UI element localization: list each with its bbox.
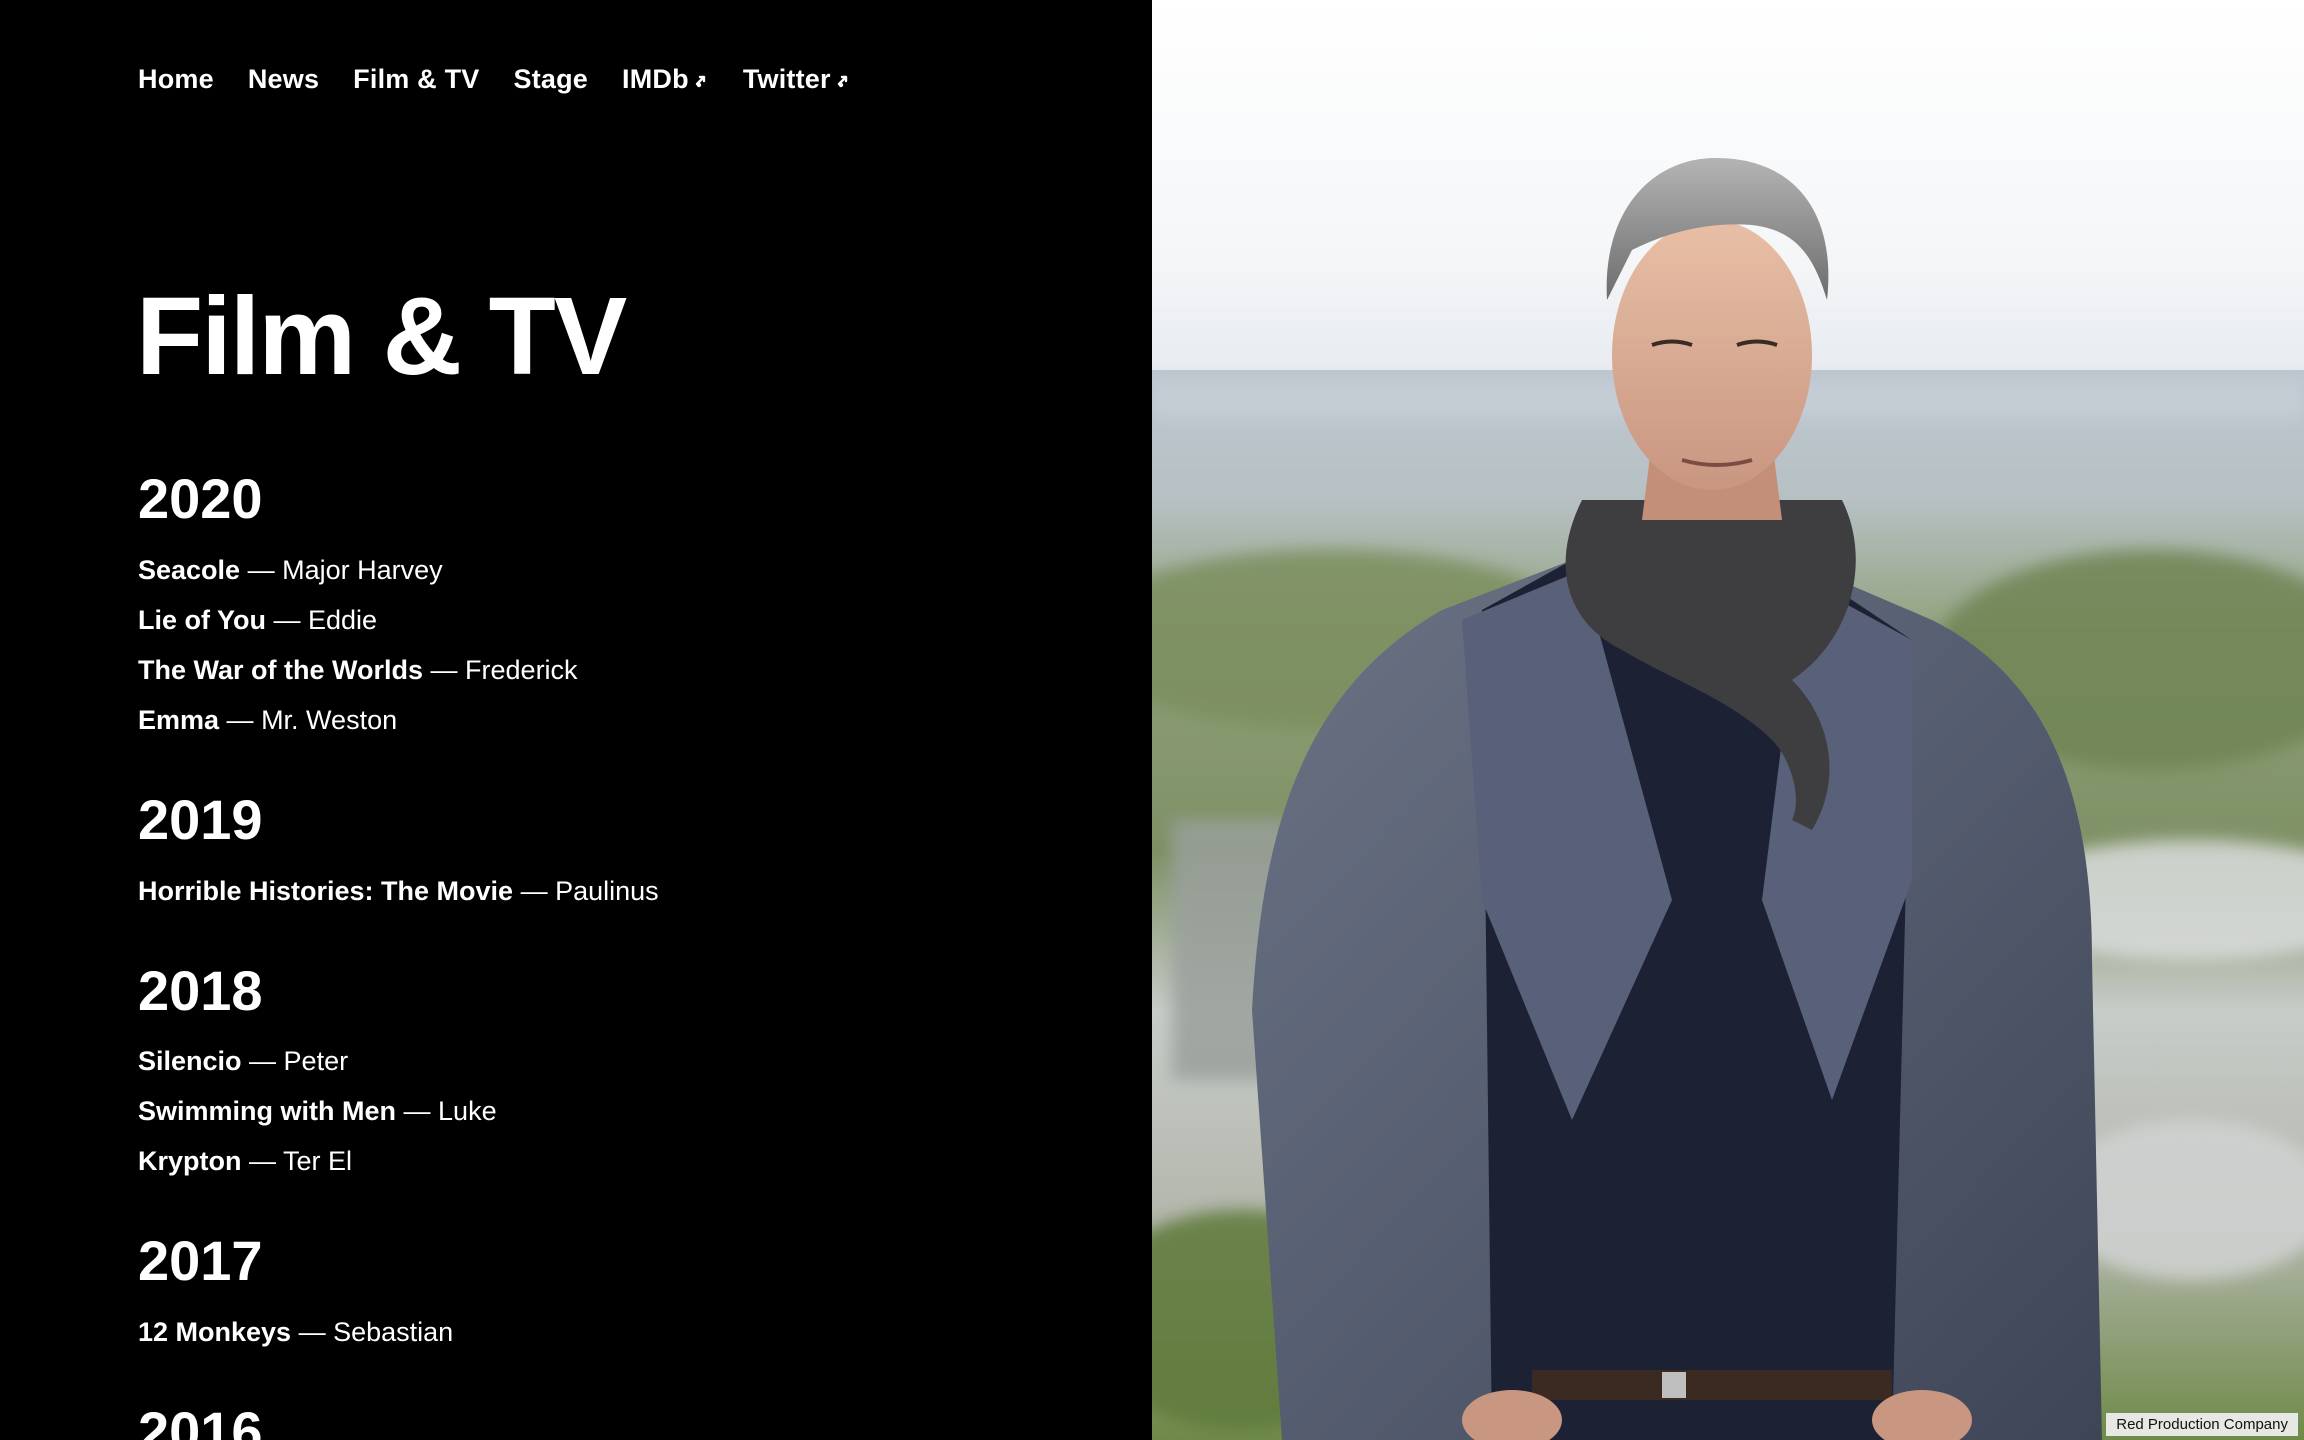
main-nav: Home News Film & TV Stage IMDb Twitter [138,64,851,95]
nav-imdb[interactable]: IMDb [622,64,709,95]
nav-stage[interactable]: Stage [513,64,588,95]
credit-item: 12 Monkeys — Sebastian [138,1307,1098,1357]
credit-title: 12 Monkeys [138,1317,292,1348]
filmography-list: 2020 Seacole — Major Harvey Lie of You — E… [138,467,1098,1440]
year-heading: 2018 [138,958,263,1022]
credit-item: Krypton — Ter El [138,1136,1098,1186]
credit-separator: — [513,875,556,906]
year-heading: 2019 [138,787,263,851]
year-heading: 2017 [138,1229,263,1293]
credit-role: Major Harvey [282,554,443,585]
external-link-icon [837,75,847,87]
credit-separator: — [219,704,262,735]
credit-separator: — [240,554,283,585]
credit-separator: — [266,604,309,635]
external-link-icon [695,75,706,87]
nav-twitter[interactable]: Twitter [743,64,851,95]
credit-separator: — [241,1046,284,1077]
credit-item: Horrible Histories: The Movie — Paulinus [138,866,1098,916]
credit-separator: — [241,1146,284,1177]
credit-separator: — [396,1096,439,1127]
year-heading: 2016 [138,1400,263,1440]
credit-role: Paulinus [555,875,659,906]
credit-role: Luke [438,1096,497,1127]
credit-title: The War of the Worlds [138,654,424,685]
credit-item: Emma — Mr. Weston [138,695,1098,745]
nav-home[interactable]: Home [138,64,214,95]
year-section: 2019 Horrible Histories: The Movie — Paul… [138,787,1098,916]
credit-role: Ter El [283,1146,353,1177]
credit-title: Seacole [138,554,241,585]
credit-separator: — [423,654,466,685]
year-section: 2020 Seacole — Major Harvey Lie of You — E… [138,467,1098,745]
credit-item: Lie of You — Eddie [138,595,1098,645]
nav-news[interactable]: News [248,64,319,95]
credit-role: Mr. Weston [261,704,398,735]
credit-title: Silencio [138,1046,242,1077]
year-section: 2018 Silencio — Peter Swimming with Men — … [138,958,1098,1187]
credit-separator: — [291,1317,334,1348]
content-panel: Home News Film & TV Stage IMDb Twitter F… [0,0,1152,1440]
credit-title: Lie of You [138,604,266,635]
hero-photo-panel: Red Production Company [1152,0,2304,1440]
credit-item: The War of the Worlds — Frederick [138,645,1098,695]
actor-portrait-photo [1152,0,2304,1440]
credit-title: Krypton [138,1146,242,1177]
year-heading: 2020 [138,467,263,530]
year-section: 2017 12 Monkeys — Sebastian [138,1232,1098,1357]
credit-title: Emma [138,704,220,735]
credit-role: Peter [283,1046,349,1077]
credit-role: Frederick [465,654,578,685]
credit-title: Swimming with Men [138,1096,397,1127]
page-title: Film & TV [136,275,627,398]
year-section: 2016 [138,1400,1098,1440]
credit-item: Silencio — Peter [138,1036,1098,1086]
credit-title: Horrible Histories: The Movie [138,875,514,906]
credit-item: Seacole — Major Harvey [138,545,1098,595]
credit-item: Swimming with Men — Luke [138,1086,1098,1136]
credit-role: Eddie [308,604,378,635]
photo-credit: Red Production Company [2106,1413,2298,1436]
nav-film-tv[interactable]: Film & TV [353,64,479,95]
credit-role: Sebastian [333,1317,454,1348]
